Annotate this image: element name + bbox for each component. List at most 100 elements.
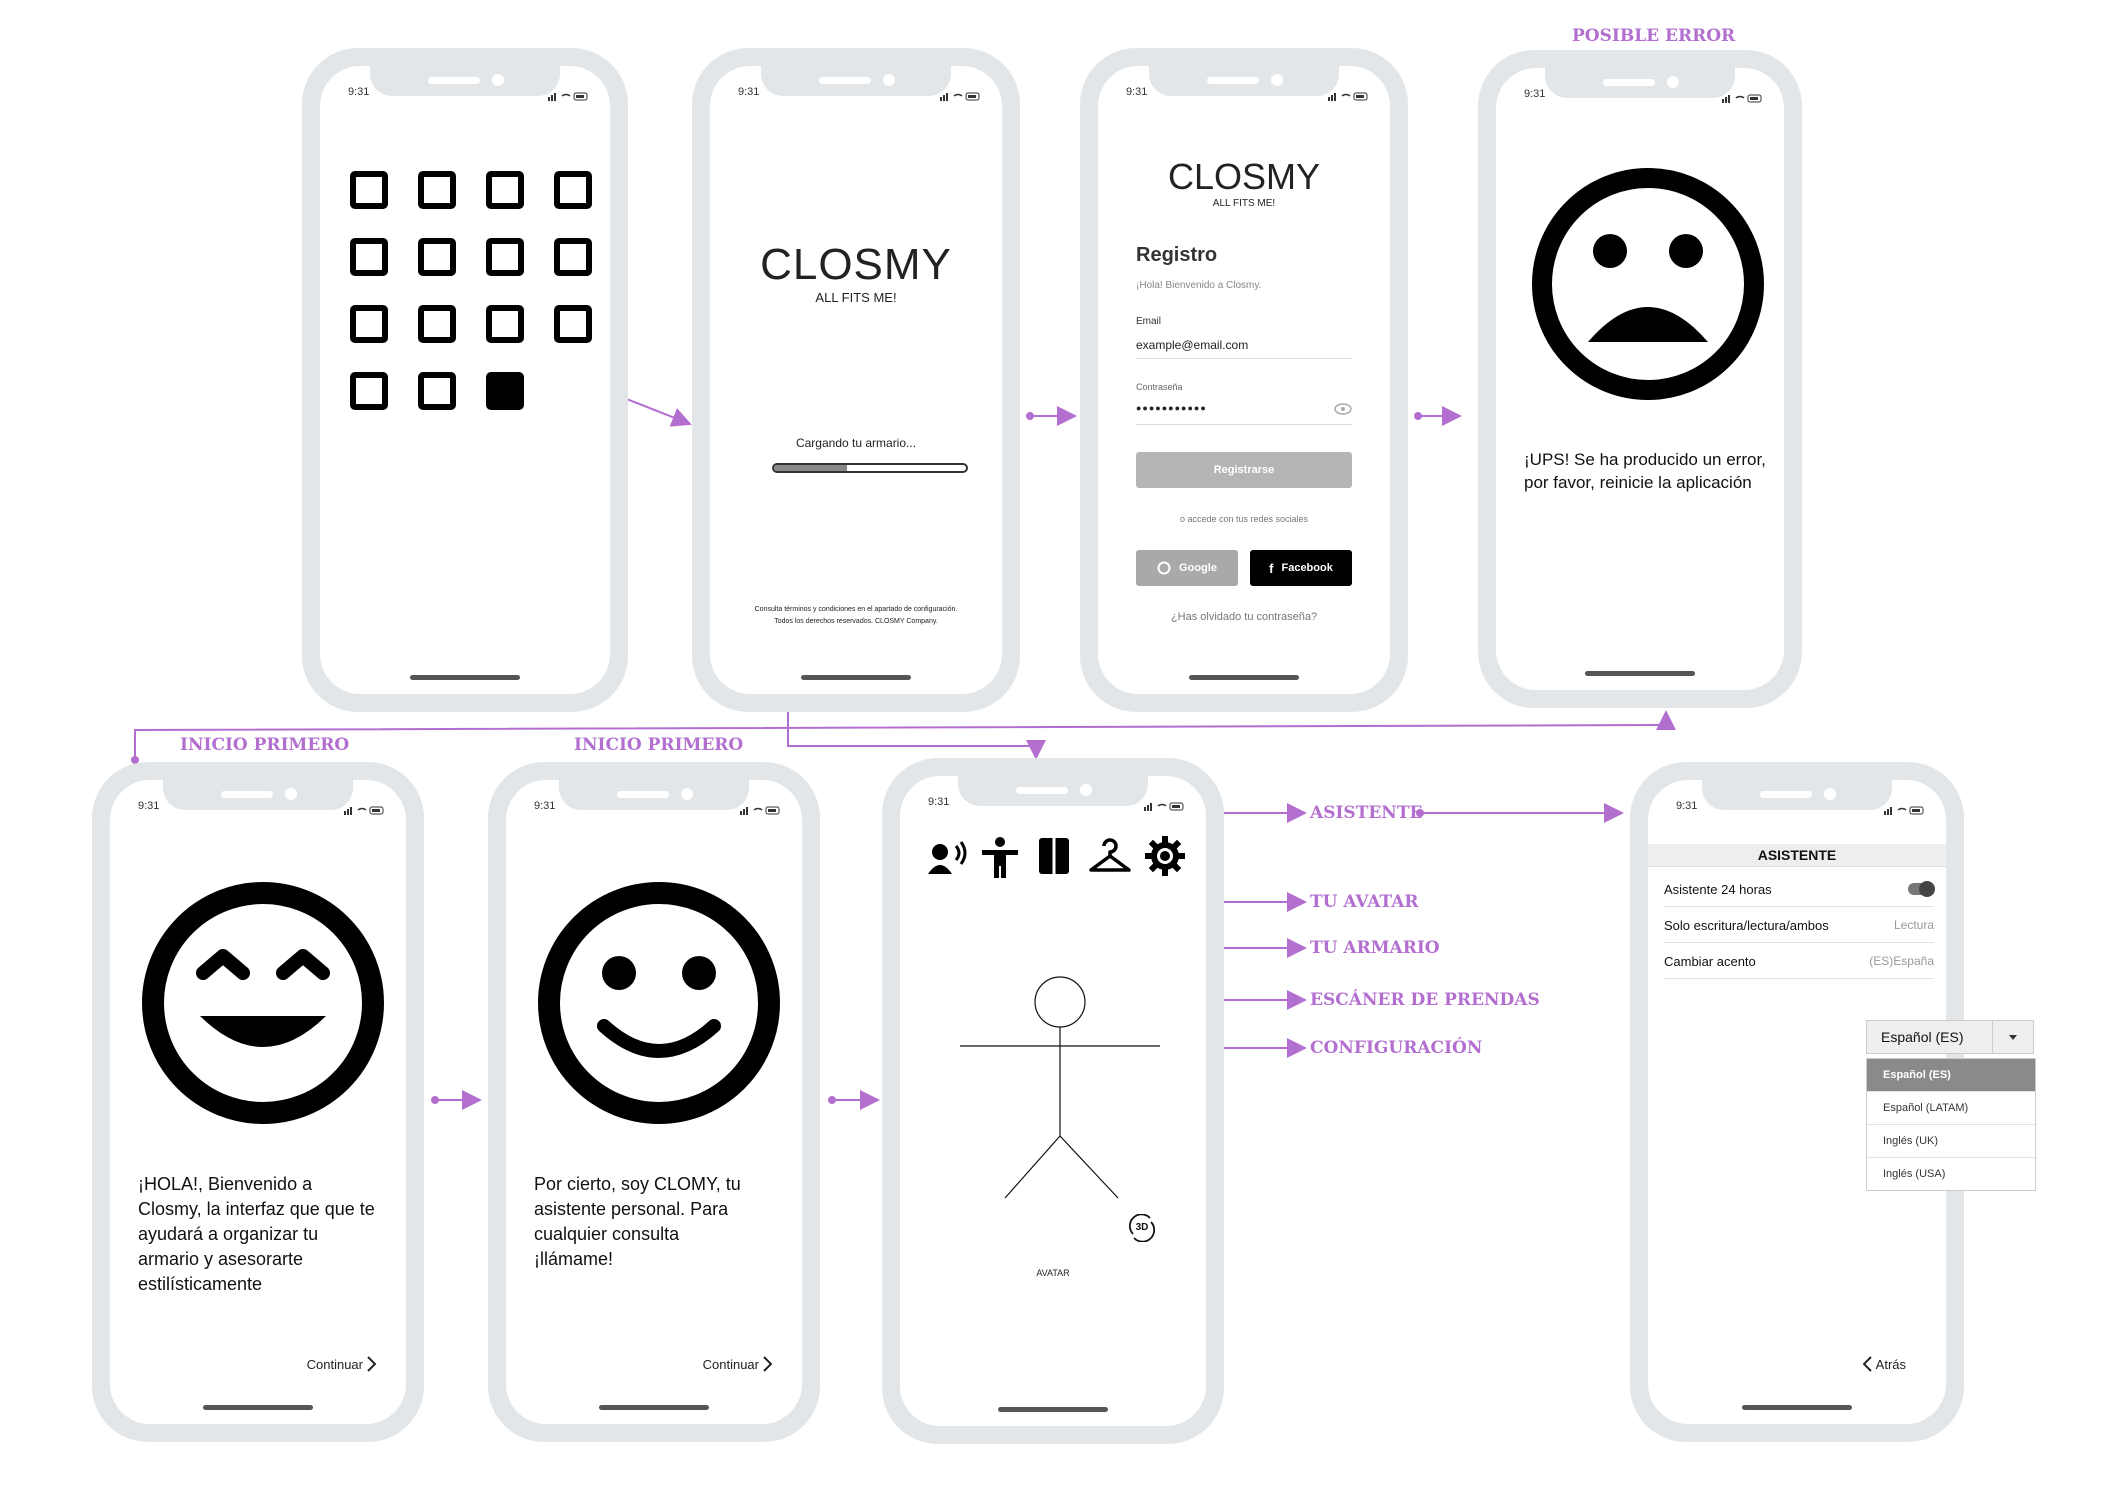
google-button[interactable]: Google bbox=[1136, 550, 1238, 586]
google-label: Google bbox=[1179, 562, 1217, 574]
status-time: 9:31 bbox=[1126, 86, 1148, 98]
progress-bar bbox=[772, 463, 968, 473]
home-indicator bbox=[1742, 1405, 1852, 1410]
email-label: Email bbox=[1136, 316, 1162, 327]
voice-assistant-icon[interactable] bbox=[926, 838, 970, 878]
chevron-right-icon bbox=[367, 1356, 376, 1372]
home-indicator bbox=[801, 675, 911, 680]
home-indicator bbox=[998, 1407, 1108, 1412]
option-es[interactable]: Español (ES) bbox=[1867, 1059, 2035, 1092]
setting-24h[interactable]: Asistente 24 horas bbox=[1664, 872, 1935, 907]
app-icon[interactable] bbox=[350, 171, 388, 209]
continue-button[interactable]: Continuar bbox=[703, 1356, 772, 1372]
app-icon[interactable] bbox=[554, 305, 592, 343]
accent-select[interactable]: Español (ES) bbox=[1866, 1020, 2034, 1054]
progress-fill bbox=[774, 465, 847, 471]
app-icon[interactable] bbox=[486, 305, 524, 343]
facebook-button[interactable]: f Facebook bbox=[1250, 550, 1352, 586]
back-label: Atrás bbox=[1875, 1356, 1906, 1372]
app-icon[interactable] bbox=[554, 171, 592, 209]
option-usa[interactable]: Inglés (USA) bbox=[1867, 1158, 2035, 1190]
google-icon bbox=[1157, 561, 1171, 575]
label-asistente: ASISTENTE bbox=[1310, 803, 1423, 823]
status-icons bbox=[344, 802, 384, 820]
label-tu-armario: TU ARMARIO bbox=[1310, 938, 1440, 958]
continue-button[interactable]: Continuar bbox=[307, 1356, 376, 1372]
setting-accent-label: Cambiar acento bbox=[1664, 953, 1756, 969]
settings-gear-icon[interactable] bbox=[1144, 835, 1186, 877]
setting-mode-label: Solo escritura/lectura/ambos bbox=[1664, 917, 1829, 933]
accent-select-value: Español (ES) bbox=[1881, 1029, 1964, 1045]
app-icon[interactable] bbox=[350, 372, 388, 410]
phone-error-screen: 9:31 ¡UPS! Se ha producido un error, por… bbox=[1478, 50, 1802, 708]
setting-mode-value: Lectura bbox=[1893, 918, 1934, 932]
home-indicator bbox=[1585, 671, 1695, 676]
status-icons bbox=[548, 88, 588, 106]
eye-icon[interactable] bbox=[1334, 402, 1352, 420]
chevron-left-icon bbox=[1862, 1356, 1872, 1372]
label-inicio-primero-2: INICIO PRIMERO bbox=[574, 735, 744, 755]
forgot-password-link[interactable]: ¿Has olvidado tu contraseña? bbox=[1098, 611, 1390, 623]
email-field[interactable]: example@email.com bbox=[1136, 338, 1248, 352]
chevron-down-icon bbox=[1992, 1021, 2033, 1053]
register-button[interactable]: Registrarse bbox=[1136, 452, 1352, 488]
label-inicio-primero-1: INICIO PRIMERO bbox=[180, 735, 350, 755]
label-configuracion: CONFIGURACIÓN bbox=[1310, 1038, 1483, 1058]
phone-home-screen: 9:31 bbox=[302, 48, 628, 712]
hanger-icon[interactable] bbox=[1088, 836, 1132, 876]
avatar-person-icon[interactable] bbox=[980, 836, 1020, 880]
app-icon[interactable] bbox=[486, 238, 524, 276]
option-latam[interactable]: Español (LATAM) bbox=[1867, 1092, 2035, 1125]
laughing-face-icon bbox=[142, 882, 384, 1124]
app-icon[interactable] bbox=[350, 305, 388, 343]
brand-tagline: ALL FITS ME! bbox=[1212, 198, 1276, 209]
setting-accent[interactable]: Cambiar acento (ES)España bbox=[1664, 944, 1934, 979]
setting-accent-value: (ES)España bbox=[1869, 954, 1934, 968]
label-escaner-de-prendas: ESCÁNER DE PRENDAS bbox=[1310, 990, 1540, 1010]
status-icons bbox=[1722, 90, 1762, 108]
setting-24h-label: Asistente 24 horas bbox=[1664, 881, 1772, 897]
app-icon[interactable] bbox=[418, 305, 456, 343]
back-button[interactable]: Atrás bbox=[1862, 1356, 1906, 1372]
footer-rights: Todos los derechos reservados. CLOSMY Co… bbox=[774, 618, 938, 625]
wardrobe-icon[interactable] bbox=[1038, 836, 1070, 876]
setting-mode[interactable]: Solo escritura/lectura/ambos Lectura bbox=[1664, 908, 1934, 943]
status-icons bbox=[940, 88, 980, 106]
password-field[interactable]: ●●●●●●●●●●● bbox=[1136, 403, 1207, 413]
status-time: 9:31 bbox=[738, 86, 760, 98]
assistant-intro-message: Por cierto, soy CLOMY, tu asistente pers… bbox=[534, 1174, 741, 1269]
error-message: ¡UPS! Se ha producido un error, por favo… bbox=[1524, 450, 1766, 492]
accent-options-list: Español (ES) Español (LATAM) Inglés (UK)… bbox=[1866, 1058, 2036, 1191]
sad-face-icon bbox=[1532, 168, 1764, 400]
rotate-3d-icon[interactable]: 3D bbox=[1128, 1214, 1156, 1242]
option-uk[interactable]: Inglés (UK) bbox=[1867, 1125, 2035, 1158]
chevron-right-icon bbox=[763, 1356, 772, 1372]
status-time: 9:31 bbox=[348, 86, 370, 98]
closmy-app-icon[interactable] bbox=[486, 372, 524, 410]
rotate-3d-label: 3D bbox=[1135, 1222, 1149, 1233]
app-icon[interactable] bbox=[418, 372, 456, 410]
brand-tagline: ALL FITS ME! bbox=[815, 290, 897, 305]
avatar-stick-figure[interactable] bbox=[950, 976, 1170, 1226]
home-indicator bbox=[1189, 675, 1299, 680]
phone-register-screen: 9:31 CLOSMY ALL FITS ME! Registro ¡Hola!… bbox=[1080, 48, 1408, 712]
status-time: 9:31 bbox=[1676, 800, 1698, 812]
toggle-switch[interactable] bbox=[1908, 881, 1935, 897]
phone-splash-screen: 9:31 CLOSMY ALL FITS ME! Cargando tu arm… bbox=[692, 48, 1020, 712]
app-icon[interactable] bbox=[486, 171, 524, 209]
status-icons bbox=[1884, 802, 1924, 820]
app-icon[interactable] bbox=[350, 238, 388, 276]
facebook-label: Facebook bbox=[1281, 562, 1333, 574]
app-icon[interactable] bbox=[418, 171, 456, 209]
page-title: Registro bbox=[1136, 244, 1218, 266]
footer-terms: Consulta términos y condiciones en el ap… bbox=[754, 606, 958, 613]
home-indicator bbox=[203, 1405, 313, 1410]
settings-header: ASISTENTE bbox=[1648, 844, 1946, 867]
app-icon[interactable] bbox=[554, 238, 592, 276]
status-time: 9:31 bbox=[1524, 88, 1546, 100]
facebook-icon: f bbox=[1269, 560, 1274, 576]
label-tu-avatar: TU AVATAR bbox=[1310, 892, 1419, 912]
status-time: 9:31 bbox=[928, 796, 950, 808]
app-icon[interactable] bbox=[418, 238, 456, 276]
phone-welcome-2: 9:31 Por cierto, soy CLOMY, tu asistente… bbox=[488, 762, 820, 1442]
